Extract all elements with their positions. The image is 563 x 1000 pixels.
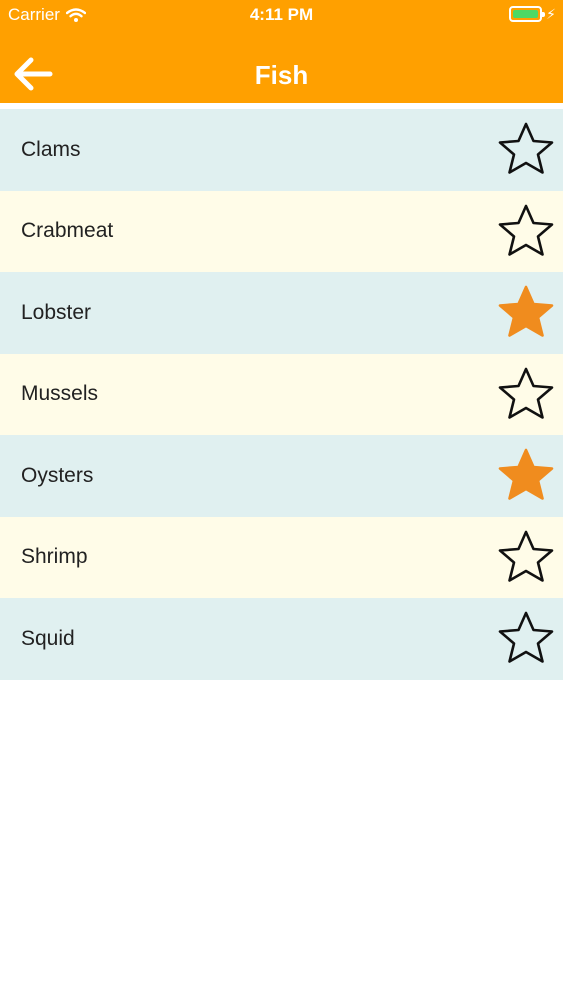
list-item-label: Oysters: [21, 463, 94, 487]
star-outline-icon[interactable]: [495, 609, 557, 669]
status-bar: Carrier 4:11 PM ⚡: [0, 0, 563, 30]
star-outline-icon[interactable]: [495, 202, 557, 262]
status-time: 4:11 PM: [249, 5, 314, 24]
star-outline-icon[interactable]: [495, 528, 557, 588]
battery-icon: [509, 6, 546, 22]
list-item-label: Crabmeat: [21, 219, 114, 243]
fish-list: Clams Crabmeat Lobster Mussels Oysters Shrimp…: [0, 109, 563, 680]
star-outline-icon[interactable]: [495, 365, 557, 425]
list-item[interactable]: Lobster: [0, 272, 563, 354]
list-item[interactable]: Mussels: [0, 353, 563, 435]
page-title: Fish: [254, 60, 309, 90]
list-item[interactable]: Crabmeat: [0, 190, 563, 272]
list-item[interactable]: Shrimp: [0, 516, 563, 598]
battery-tip: [542, 12, 546, 17]
list-item-label: Mussels: [21, 382, 99, 406]
star-filled-icon[interactable]: [495, 446, 557, 506]
star-outline-icon[interactable]: [495, 120, 557, 180]
charging-bolt-icon: ⚡: [546, 6, 556, 22]
screen: Carrier 4:11 PM ⚡ Fish Clams Crabmeat Lo…: [0, 0, 563, 1000]
list-item-label: Lobster: [21, 300, 92, 324]
header-bar: Carrier 4:11 PM ⚡ Fish: [0, 0, 563, 103]
battery-group: ⚡: [509, 6, 556, 22]
list-item-label: Clams: [21, 137, 81, 161]
list-item[interactable]: Squid: [0, 598, 563, 680]
list-item-label: Shrimp: [21, 545, 88, 569]
navigation-bar: Fish: [0, 30, 563, 103]
list-item-label: Squid: [21, 626, 75, 650]
list-item[interactable]: Oysters: [0, 435, 563, 517]
battery-level: [513, 10, 539, 18]
star-filled-icon[interactable]: [495, 283, 557, 343]
list-item[interactable]: Clams: [0, 109, 563, 191]
